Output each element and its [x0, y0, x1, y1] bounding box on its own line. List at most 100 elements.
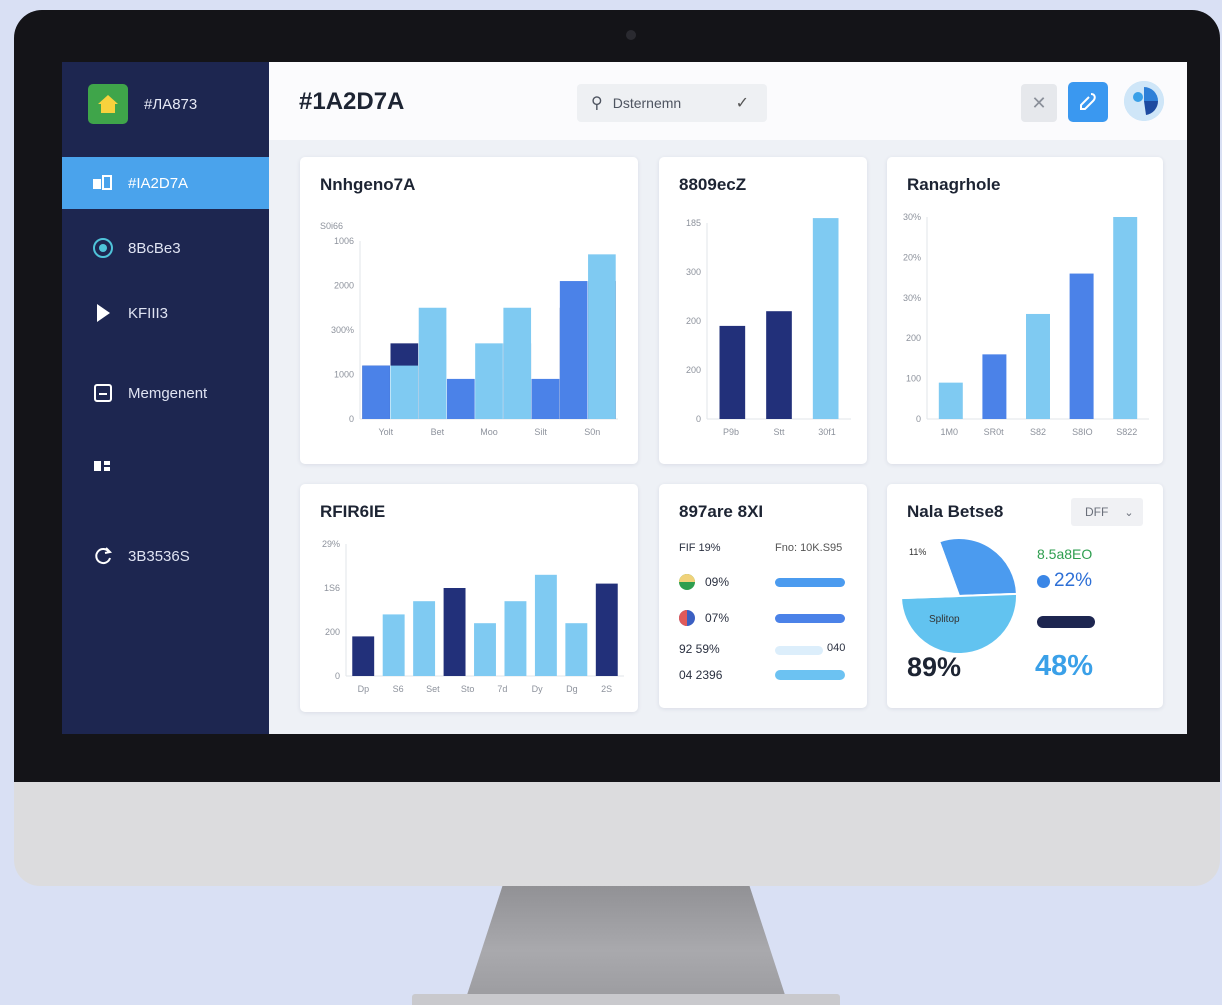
x-tick-label: Bet [431, 427, 445, 437]
bar[interactable] [588, 254, 616, 419]
bar[interactable] [595, 583, 618, 676]
bar[interactable] [443, 588, 466, 676]
x-tick-label: S82 [1030, 427, 1046, 437]
list-item-label: 04 2396 [679, 668, 723, 682]
list-bar-2 [775, 614, 845, 623]
y-tick-label: 0 [696, 414, 701, 424]
bar[interactable] [559, 281, 588, 419]
avatar[interactable] [1124, 81, 1164, 121]
stat-left: 89% [907, 652, 962, 682]
bar[interactable] [474, 623, 496, 676]
card-list: 897are 8XI FIF 19% Fno: 10K.S95 09% 07% … [659, 484, 867, 708]
page-title: #1A2D7A [299, 88, 405, 115]
card-chart-2: 8809ecZ 0 200 200 300 185 P9b Stt 30f1 [659, 157, 867, 464]
bar[interactable] [1113, 217, 1138, 419]
monitor-stand-neck [466, 880, 786, 998]
bar[interactable] [475, 343, 503, 419]
search-text: Dsternemn [612, 95, 682, 111]
sidebar-item-management[interactable]: Memgenent [62, 367, 269, 419]
sidebar-item-2[interactable]: 8BcBe3 [62, 222, 269, 274]
bar[interactable] [534, 574, 557, 676]
pie-label-top: 11% [909, 547, 927, 557]
x-tick-label: Stt [773, 427, 785, 437]
grid-icon [92, 455, 114, 477]
bar[interactable] [766, 311, 792, 419]
card-chart-4: RFIR6IE 0 200 1S6 29% Dp S6 Set Sto 7d Dy Dg 2S [300, 484, 638, 712]
bar[interactable] [390, 365, 419, 419]
bar[interactable] [565, 623, 588, 676]
x-tick-label: S822 [1116, 427, 1137, 437]
bar[interactable] [812, 218, 839, 419]
legend-title: 8.5a8EO [1037, 546, 1093, 562]
sidebar-item-grid[interactable] [62, 440, 269, 492]
card-pie: Nala Betse8 DFF ⌄ 11% Splitop 8.5a8EO 22… [887, 484, 1163, 708]
pie-label-inner: Splitop [929, 614, 960, 625]
bar[interactable] [418, 307, 447, 419]
x-tick-label: Set [426, 684, 440, 694]
y-tick-label: 2000 [334, 281, 354, 291]
dashboard-icon [92, 172, 114, 194]
edit-button[interactable] [1068, 82, 1108, 122]
bar[interactable] [504, 601, 527, 676]
bar[interactable] [446, 378, 475, 419]
legend-bar [1037, 616, 1095, 628]
home-icon [88, 84, 128, 124]
card-chart-1: Nnhgeno7A 0 1000 300% 2000 1006 S0i66 Yolt Bet M… [300, 157, 638, 464]
bar[interactable] [413, 601, 436, 676]
x-tick-label: 1M0 [940, 427, 958, 437]
list-bar-3 [775, 646, 823, 655]
list-head-right: Fno: 10K.S95 [775, 542, 843, 554]
legend-item: 22% [1037, 570, 1092, 592]
y-tick-label: 100 [906, 374, 921, 384]
y-tick-label: 300% [331, 325, 354, 335]
search-input[interactable]: ⚲ Dsternemn ✓ [577, 84, 767, 122]
stat-right: 48% [1035, 650, 1094, 682]
bar-chart-2: 0 200 200 300 185 P9b Stt 30f1 [686, 218, 851, 437]
check-icon[interactable]: ✓ [736, 93, 749, 113]
y-tick-label: 20% [903, 252, 921, 262]
brand-name: #ЛA873 [144, 95, 198, 113]
list-item[interactable]: 09% [679, 574, 729, 590]
y-axis-label: S0i66 [320, 221, 343, 231]
x-tick-label: P9b [723, 427, 739, 437]
bar[interactable] [719, 325, 746, 419]
sidebar: #ЛA873 #IA2D7A 8BcBe3 KFIII3 Memgenent 3… [62, 62, 269, 734]
sidebar-item-label: KFIII3 [128, 304, 169, 322]
bar[interactable] [1026, 313, 1050, 419]
x-tick-label: S8IO [1072, 427, 1093, 437]
document-icon [92, 382, 114, 404]
y-tick-label: 30% [903, 293, 921, 303]
y-tick-label: 300 [686, 267, 701, 277]
refresh-icon [92, 545, 114, 567]
y-tick-label: 200 [686, 365, 701, 375]
bar[interactable] [982, 354, 1007, 419]
bar[interactable] [352, 636, 375, 676]
bar[interactable] [1069, 273, 1094, 419]
card-title: 897are 8XI [679, 502, 764, 521]
brand[interactable]: #ЛA873 [88, 84, 197, 124]
bar[interactable] [362, 365, 390, 419]
y-tick-label: 200 [325, 627, 340, 637]
list-item-label: 09% [705, 575, 730, 589]
bar[interactable] [531, 378, 560, 419]
sidebar-item-6[interactable]: 3B3536S [62, 530, 269, 582]
x-tick-label: Dg [566, 684, 578, 694]
x-tick-label: Silt [534, 427, 547, 437]
x-tick-label: S0n [584, 427, 600, 437]
y-tick-label: 200 [686, 316, 701, 326]
sidebar-item-3[interactable]: KFIII3 [62, 287, 269, 339]
bar[interactable] [503, 307, 532, 419]
close-button[interactable]: ✕ [1021, 84, 1057, 122]
avatar-icon [1124, 81, 1164, 121]
sidebar-item-dashboard[interactable]: #IA2D7A [62, 157, 269, 209]
bar[interactable] [382, 614, 405, 676]
y-tick-label: 30% [903, 212, 921, 222]
edit-icon [1080, 93, 1096, 110]
circle-badge-icon [92, 237, 114, 259]
bar[interactable] [938, 382, 963, 419]
x-tick-label: 30f1 [818, 427, 836, 437]
y-tick-label: 0 [335, 671, 340, 681]
play-icon [92, 302, 114, 324]
top-bar: #1A2D7A ⚲ Dsternemn ✓ ✕ [269, 62, 1187, 140]
list-item[interactable]: 07% [679, 610, 729, 626]
